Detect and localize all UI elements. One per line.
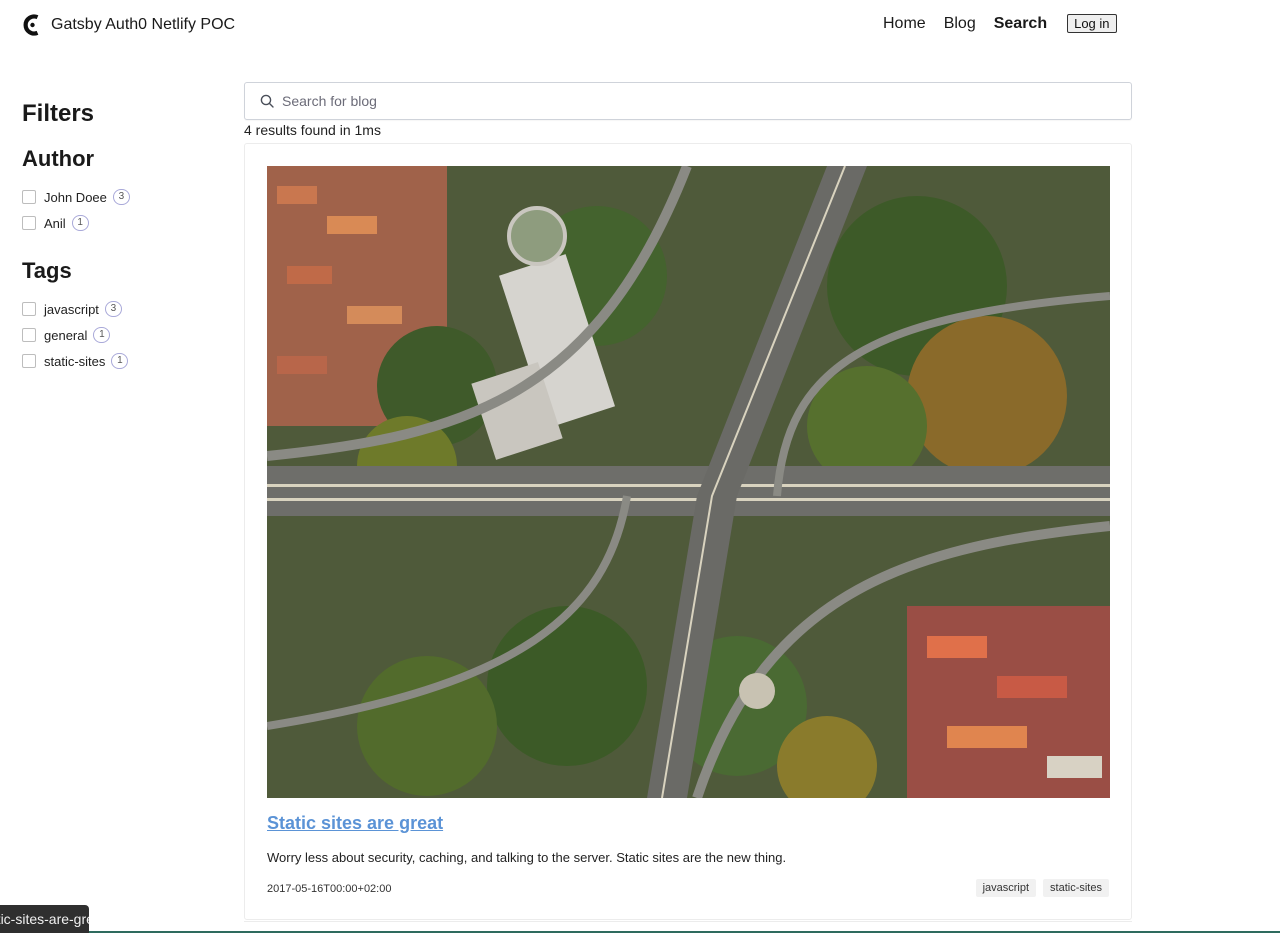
login-button[interactable]: Log in: [1067, 14, 1117, 33]
author-heading: Author: [22, 146, 95, 171]
author-filter-anil[interactable]: Anil 1: [22, 210, 222, 236]
tag-chip-javascript[interactable]: javascript: [975, 879, 1037, 897]
post-tags: javascript static-sites: [975, 879, 1109, 897]
main-nav: Home Blog Search Log in: [883, 14, 1117, 33]
tag-chip-static-sites[interactable]: static-sites: [1043, 879, 1109, 897]
status-url-text: static-sites-are-great: [0, 911, 89, 927]
brand-title: Gatsby Auth0 Netlify POC: [51, 16, 236, 33]
facet-count-badge: 1: [111, 353, 129, 369]
aerial-highway-photo-icon: [267, 166, 1110, 798]
facet-count-badge: 1: [71, 215, 89, 231]
brand-logo-icon: [23, 14, 39, 36]
post-title-link[interactable]: Static sites are great: [267, 813, 443, 834]
brand-link[interactable]: Gatsby Auth0 Netlify POC: [22, 13, 235, 37]
facet-label: general: [44, 327, 88, 343]
checkbox[interactable]: [22, 328, 36, 342]
post-cover-image[interactable]: [267, 166, 1110, 798]
checkbox[interactable]: [22, 302, 36, 316]
results-count: 4 results found in 1ms: [244, 122, 381, 138]
tags-heading: Tags: [22, 258, 72, 283]
checkbox[interactable]: [22, 216, 36, 230]
facet-count-badge: 3: [104, 301, 122, 317]
nav-home-link[interactable]: Home: [883, 15, 926, 33]
author-filter-list: John Doee 3 Anil 1: [22, 184, 222, 236]
facet-count-badge: 1: [93, 327, 111, 343]
post-date: 2017-05-16T00:00+02:00: [267, 883, 392, 895]
link-url-status-tooltip: static-sites-are-great: [0, 905, 89, 933]
tags-filter-list: javascript 3 general 1 static-sites 1: [22, 296, 222, 374]
nav-blog-link[interactable]: Blog: [944, 15, 976, 33]
facet-label: John Doee: [44, 189, 107, 205]
facet-label: Anil: [44, 215, 66, 231]
checkbox[interactable]: [22, 354, 36, 368]
tag-filter-static-sites[interactable]: static-sites 1: [22, 348, 222, 374]
facet-label: static-sites: [44, 353, 106, 369]
result-card: Static sites are great Worry less about …: [244, 143, 1132, 920]
author-filter-john-doee[interactable]: John Doee 3: [22, 184, 222, 210]
post-excerpt: Worry less about security, caching, and …: [267, 850, 787, 865]
filters-heading: Filters: [22, 100, 95, 127]
nav-search-link[interactable]: Search: [994, 15, 1047, 33]
facet-label: javascript: [44, 301, 99, 317]
checkbox[interactable]: [22, 190, 36, 204]
facet-count-badge: 3: [112, 189, 130, 205]
top-header: Gatsby Auth0 Netlify POC Home Blog Searc…: [0, 0, 1280, 50]
tag-filter-general[interactable]: general 1: [22, 322, 222, 348]
search-box[interactable]: [244, 82, 1132, 120]
filters-sidebar: Filters Author John Doee 3 Anil 1 Tags j…: [22, 98, 222, 394]
search-input[interactable]: [282, 93, 1102, 109]
search-icon: [260, 94, 274, 108]
tag-filter-javascript[interactable]: javascript 3: [22, 296, 222, 322]
